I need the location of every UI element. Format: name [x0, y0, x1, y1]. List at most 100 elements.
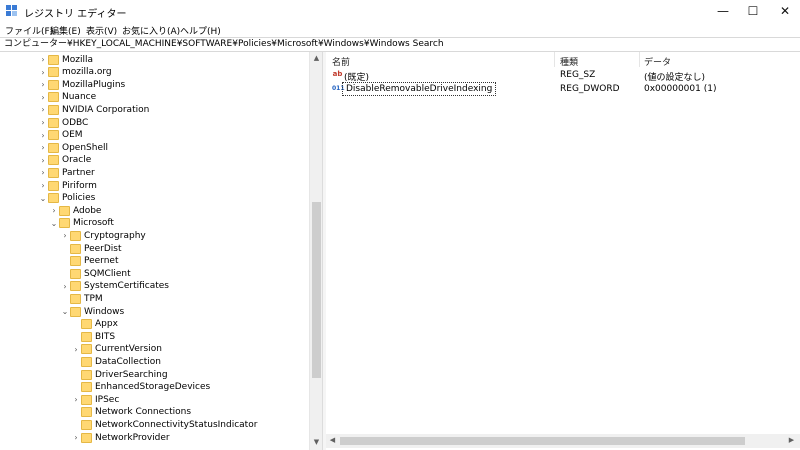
tree-scroll-thumb[interactable]: [312, 202, 321, 378]
key-tree: › Mozilla › mozilla.org › MozillaPlugins › Nuan…: [0, 52, 322, 450]
folder-icon: [81, 432, 92, 443]
tree-item[interactable]: › Adobe: [49, 204, 101, 217]
scroll-left-arrow-icon[interactable]: ◀: [326, 436, 339, 444]
folder-icon: [48, 92, 59, 103]
tree-item-label: mozilla.org: [62, 67, 112, 78]
tree-item-label: Adobe: [73, 205, 102, 216]
tree-item-label: PeerDist: [84, 243, 122, 254]
tree-item[interactable]: › NetworkProvider: [71, 431, 170, 444]
value-row[interactable]: ab (既定) REG_SZ (値の設定なし): [326, 68, 800, 83]
tree-item[interactable]: ⌄ Microsoft: [49, 217, 114, 230]
menu-favorites[interactable]: お気に入り(A): [122, 24, 180, 37]
chevron-right-icon[interactable]: ›: [49, 206, 59, 215]
column-header-type[interactable]: 種類: [560, 55, 578, 68]
string-value-icon: ab: [332, 70, 343, 78]
tree-item-label: Piriform: [62, 180, 97, 191]
tree-item-label: CurrentVersion: [95, 344, 162, 355]
tree-item[interactable]: › OEM: [38, 129, 83, 142]
tree-item[interactable]: › Piriform: [38, 179, 97, 192]
chevron-right-icon[interactable]: ›: [38, 55, 48, 64]
menu-view[interactable]: 表示(V): [86, 24, 117, 37]
tree-item[interactable]: › Cryptography: [60, 229, 146, 242]
tree-item-label: SQMClient: [84, 268, 131, 279]
tree-item[interactable]: ⌄ Windows: [60, 305, 124, 318]
folder-icon: [81, 344, 92, 355]
column-divider[interactable]: [639, 52, 640, 67]
chevron-right-icon[interactable]: ›: [38, 168, 48, 177]
tree-item[interactable]: DataCollection: [71, 355, 161, 368]
folder-icon: [59, 218, 70, 229]
value-name-rename-box[interactable]: DisableRemovableDriveIndexing: [342, 82, 497, 96]
column-divider[interactable]: [554, 52, 555, 67]
chevron-right-icon[interactable]: ›: [38, 143, 48, 152]
folder-icon: [48, 67, 59, 78]
tree-item[interactable]: › Partner: [38, 166, 95, 179]
chevron-right-icon[interactable]: ›: [38, 181, 48, 190]
tree-item[interactable]: › Oracle: [38, 154, 91, 167]
chevron-down-icon[interactable]: ⌄: [60, 307, 70, 316]
value-row[interactable]: 011 DisableRemovableDriveIndexing REG_DW…: [326, 82, 800, 96]
chevron-right-icon[interactable]: ›: [38, 118, 48, 127]
tree-item[interactable]: › ODBC: [38, 116, 88, 129]
chevron-right-icon[interactable]: ›: [71, 395, 81, 404]
chevron-right-icon[interactable]: ›: [38, 93, 48, 102]
chevron-right-icon[interactable]: ›: [38, 68, 48, 77]
tree-item[interactable]: › IPSec: [71, 393, 119, 406]
chevron-right-icon[interactable]: ›: [38, 80, 48, 89]
menu-help[interactable]: ヘルプ(H): [180, 24, 221, 37]
tree-item[interactable]: › SystemCertificates: [60, 280, 169, 293]
chevron-right-icon[interactable]: ›: [38, 156, 48, 165]
chevron-right-icon[interactable]: ›: [60, 231, 70, 240]
folder-icon: [48, 155, 59, 166]
tree-item[interactable]: ⌄ Policies: [38, 192, 95, 205]
tree-item[interactable]: › MozillaPlugins: [38, 78, 125, 91]
menu-edit[interactable]: 編集(E): [50, 24, 81, 37]
tree-item[interactable]: SQMClient: [60, 267, 131, 280]
tree-item[interactable]: › NVIDIA Corporation: [38, 103, 149, 116]
tree-item-label: Peernet: [84, 256, 119, 267]
tree-item[interactable]: › OpenShell: [38, 141, 108, 154]
tree-item[interactable]: › Nuance: [38, 91, 96, 104]
folder-icon: [81, 407, 92, 418]
tree-item[interactable]: BITS: [71, 330, 115, 343]
tree-item[interactable]: DriverSearching: [71, 368, 168, 381]
tree-item-label: IPSec: [95, 394, 120, 405]
tree-item[interactable]: NetworkConnectivityStatusIndicator: [71, 418, 257, 431]
tree-item[interactable]: › Mozilla: [38, 53, 93, 66]
folder-icon: [48, 180, 59, 191]
menu-file[interactable]: ファイル(F): [5, 24, 53, 37]
chevron-right-icon[interactable]: ›: [60, 282, 70, 291]
folder-icon: [70, 281, 81, 292]
tree-item[interactable]: Network Connections: [71, 406, 191, 419]
tree-item[interactable]: › CurrentVersion: [71, 343, 162, 356]
tree-item[interactable]: TPM: [60, 292, 103, 305]
scroll-right-arrow-icon[interactable]: ▶: [785, 436, 798, 444]
chevron-right-icon[interactable]: ›: [38, 131, 48, 140]
folder-icon: [48, 54, 59, 65]
list-header: 名前 種類 データ: [326, 52, 800, 68]
chevron-right-icon[interactable]: ›: [71, 433, 81, 442]
chevron-right-icon[interactable]: ›: [71, 345, 81, 354]
chevron-right-icon[interactable]: ›: [38, 105, 48, 114]
column-header-name[interactable]: 名前: [332, 55, 350, 68]
tree-item[interactable]: Peernet: [60, 255, 119, 268]
folder-icon: [48, 142, 59, 153]
column-header-data[interactable]: データ: [644, 55, 671, 68]
folder-icon: [48, 193, 59, 204]
tree-item[interactable]: EnhancedStorageDevices: [71, 381, 210, 394]
folder-icon: [70, 306, 81, 317]
list-horizontal-scrollbar[interactable]: ◀ ▶: [326, 434, 800, 448]
tree-vertical-scrollbar[interactable]: ▲ ▼: [309, 52, 322, 450]
tree-item-label: Appx: [95, 319, 118, 330]
close-button[interactable]: ✕: [762, 0, 800, 22]
tree-item-label: Microsoft: [73, 218, 114, 229]
tree-item-label: Policies: [62, 193, 96, 204]
address-bar[interactable]: コンピューター¥HKEY_LOCAL_MACHINE¥SOFTWARE¥Poli…: [0, 37, 800, 52]
value-type: REG_SZ: [560, 70, 596, 80]
chevron-down-icon[interactable]: ⌄: [49, 219, 59, 228]
tree-item[interactable]: Appx: [71, 318, 118, 331]
list-scroll-thumb[interactable]: [340, 437, 745, 445]
chevron-down-icon[interactable]: ⌄: [38, 194, 48, 203]
tree-item[interactable]: › mozilla.org: [38, 66, 112, 79]
tree-item[interactable]: PeerDist: [60, 242, 122, 255]
